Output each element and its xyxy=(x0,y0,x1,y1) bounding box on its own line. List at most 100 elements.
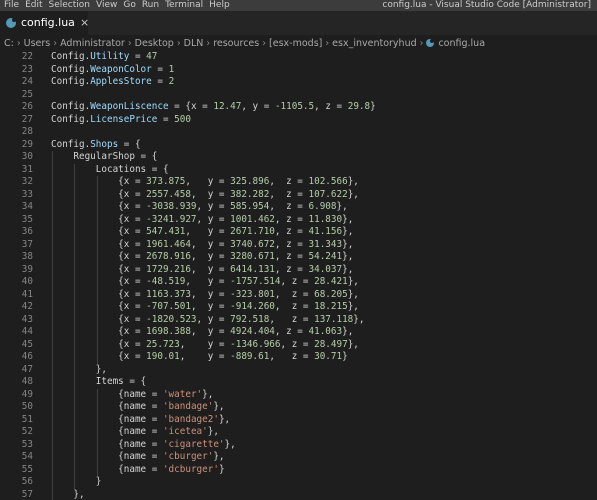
code-text: {name = 'dcburger'} xyxy=(51,464,224,477)
code-token: 18.215 xyxy=(314,301,348,312)
indent-guide xyxy=(74,476,76,489)
code-token: 28.421 xyxy=(314,276,348,287)
chevron-right-icon: › xyxy=(176,38,181,49)
line-number: 38 xyxy=(21,251,33,262)
breadcrumb-item[interactable]: Desktop xyxy=(135,38,174,49)
code-line: 28 xyxy=(0,126,597,139)
code-line: 46 {x = 190.01, y = -889.61, z = 30.71} xyxy=(0,351,597,364)
breadcrumb-item[interactable]: Users xyxy=(24,38,51,49)
code-token: -3241.927 xyxy=(146,213,197,225)
code-text: }, xyxy=(51,489,84,500)
menu-edit[interactable]: Edit xyxy=(21,0,44,11)
code-token: {x = xyxy=(51,238,147,250)
line-number: 57 xyxy=(21,488,33,500)
indent-guide xyxy=(74,351,76,364)
code-token: 'bandage' xyxy=(162,401,214,412)
breadcrumb-item[interactable]: config.lua xyxy=(438,38,485,49)
menu-run[interactable]: Run xyxy=(138,0,161,11)
chevron-right-icon: › xyxy=(53,38,58,49)
indent-guide xyxy=(96,413,98,426)
breadcrumb-item[interactable]: C: xyxy=(4,38,14,49)
code-text: {name = 'bandage2'}, xyxy=(51,414,230,427)
breadcrumb-item[interactable]: Administrator xyxy=(60,38,125,49)
code-token: , z = xyxy=(269,188,309,200)
breadcrumb-item[interactable]: resources xyxy=(213,38,259,49)
menu-view[interactable]: View xyxy=(92,0,119,11)
code-token: {x = xyxy=(51,251,147,262)
indent-guide xyxy=(74,338,76,351)
indent-guide xyxy=(52,463,53,476)
code-text: Config.ApplesStore = 2 xyxy=(51,76,174,89)
indent-guide xyxy=(52,326,53,339)
code-token: , y = xyxy=(190,238,231,250)
code-line: 31 Locations = { xyxy=(0,163,597,176)
line-number: 35 xyxy=(21,213,33,225)
menu-file[interactable]: File xyxy=(0,0,21,11)
tab-label: config.lua xyxy=(21,16,75,29)
indent-guide xyxy=(52,438,53,451)
code-text: Config.LicensePrice = 500 xyxy=(51,114,191,127)
breadcrumb-item[interactable]: esx_inventoryhud xyxy=(332,38,416,49)
code-token: -889.61 xyxy=(230,351,270,362)
code-token: {name = xyxy=(51,426,163,437)
close-icon[interactable]: × xyxy=(80,11,89,35)
indent-guide xyxy=(74,276,76,289)
code-token: }, xyxy=(336,201,348,212)
window-title: config.lua - Visual Studio Code [Adminis… xyxy=(382,0,591,10)
code-line: 36 {x = 547.431, y = 2671.710, z = 41.15… xyxy=(0,226,597,239)
code-token: -1346.966 xyxy=(230,338,281,350)
indent-guide xyxy=(74,451,76,464)
menu-help[interactable]: Help xyxy=(205,0,232,11)
code-token: ApplesStore xyxy=(90,76,152,87)
code-line: 32 {x = 373.875, y = 325.896, z = 102.56… xyxy=(0,176,597,189)
code-token: , y = xyxy=(196,313,231,325)
indent-guide xyxy=(74,251,76,264)
indent-guide xyxy=(96,176,98,189)
indent-guide xyxy=(52,226,53,239)
indent-guide xyxy=(52,488,53,500)
line-number: 27 xyxy=(21,113,33,125)
indent-guide xyxy=(96,276,98,289)
menu-terminal[interactable]: Terminal xyxy=(161,0,205,11)
indent-guide xyxy=(74,288,76,301)
line-number: 31 xyxy=(21,163,33,175)
indent-guide xyxy=(52,476,53,489)
code-token: 325.896 xyxy=(230,176,270,187)
code-token: 'cigarette' xyxy=(162,438,225,450)
code-token: 41.063 xyxy=(308,326,343,337)
indent-guide xyxy=(52,288,53,301)
code-line: 57 }, xyxy=(0,488,597,500)
code-token: , z = xyxy=(274,251,309,262)
indent-guide xyxy=(52,163,53,176)
tab-config-lua[interactable]: config.lua × xyxy=(0,11,89,35)
breadcrumb-item[interactable]: DLN xyxy=(184,38,204,49)
code-token: , y = xyxy=(241,101,275,112)
code-token: , y = xyxy=(190,251,231,262)
indent-guide xyxy=(52,388,53,401)
code-line: 42 {x = -707.501, y = -914.260, z = 18.2… xyxy=(0,301,597,314)
code-token: 2 xyxy=(168,76,175,87)
indent-guide xyxy=(96,226,98,239)
line-number: 54 xyxy=(21,451,33,462)
code-token: 28.497 xyxy=(314,338,348,350)
code-token: , y = xyxy=(190,263,231,275)
menu-go[interactable]: Go xyxy=(119,0,137,11)
code-token: {x = xyxy=(51,313,147,325)
code-editor[interactable]: 22 Config.Utility = 47 23 Config.WeaponColo… xyxy=(0,51,597,500)
code-token: }, xyxy=(342,238,354,250)
code-line: 41 {x = 1163.373, y = -323.801, z = 68.2… xyxy=(0,288,597,301)
code-text: {name = 'icetea'}, xyxy=(51,426,219,439)
breadcrumb-item[interactable]: [esx-mods] xyxy=(269,38,322,49)
code-token: }, xyxy=(347,276,359,287)
code-token: 47 xyxy=(146,51,158,62)
code-token: Config. xyxy=(51,138,91,150)
code-token: 1698.388 xyxy=(146,326,191,337)
code-token: 2671.710 xyxy=(230,226,275,237)
code-token: 'water' xyxy=(162,388,203,400)
indent-guide xyxy=(52,213,53,226)
code-token: , z = xyxy=(314,101,348,112)
indent-guide xyxy=(74,313,76,326)
menu-selection[interactable]: Selection xyxy=(45,0,92,11)
code-text: {name = 'cigarette'}, xyxy=(51,439,236,452)
code-token: {x = xyxy=(51,338,147,350)
